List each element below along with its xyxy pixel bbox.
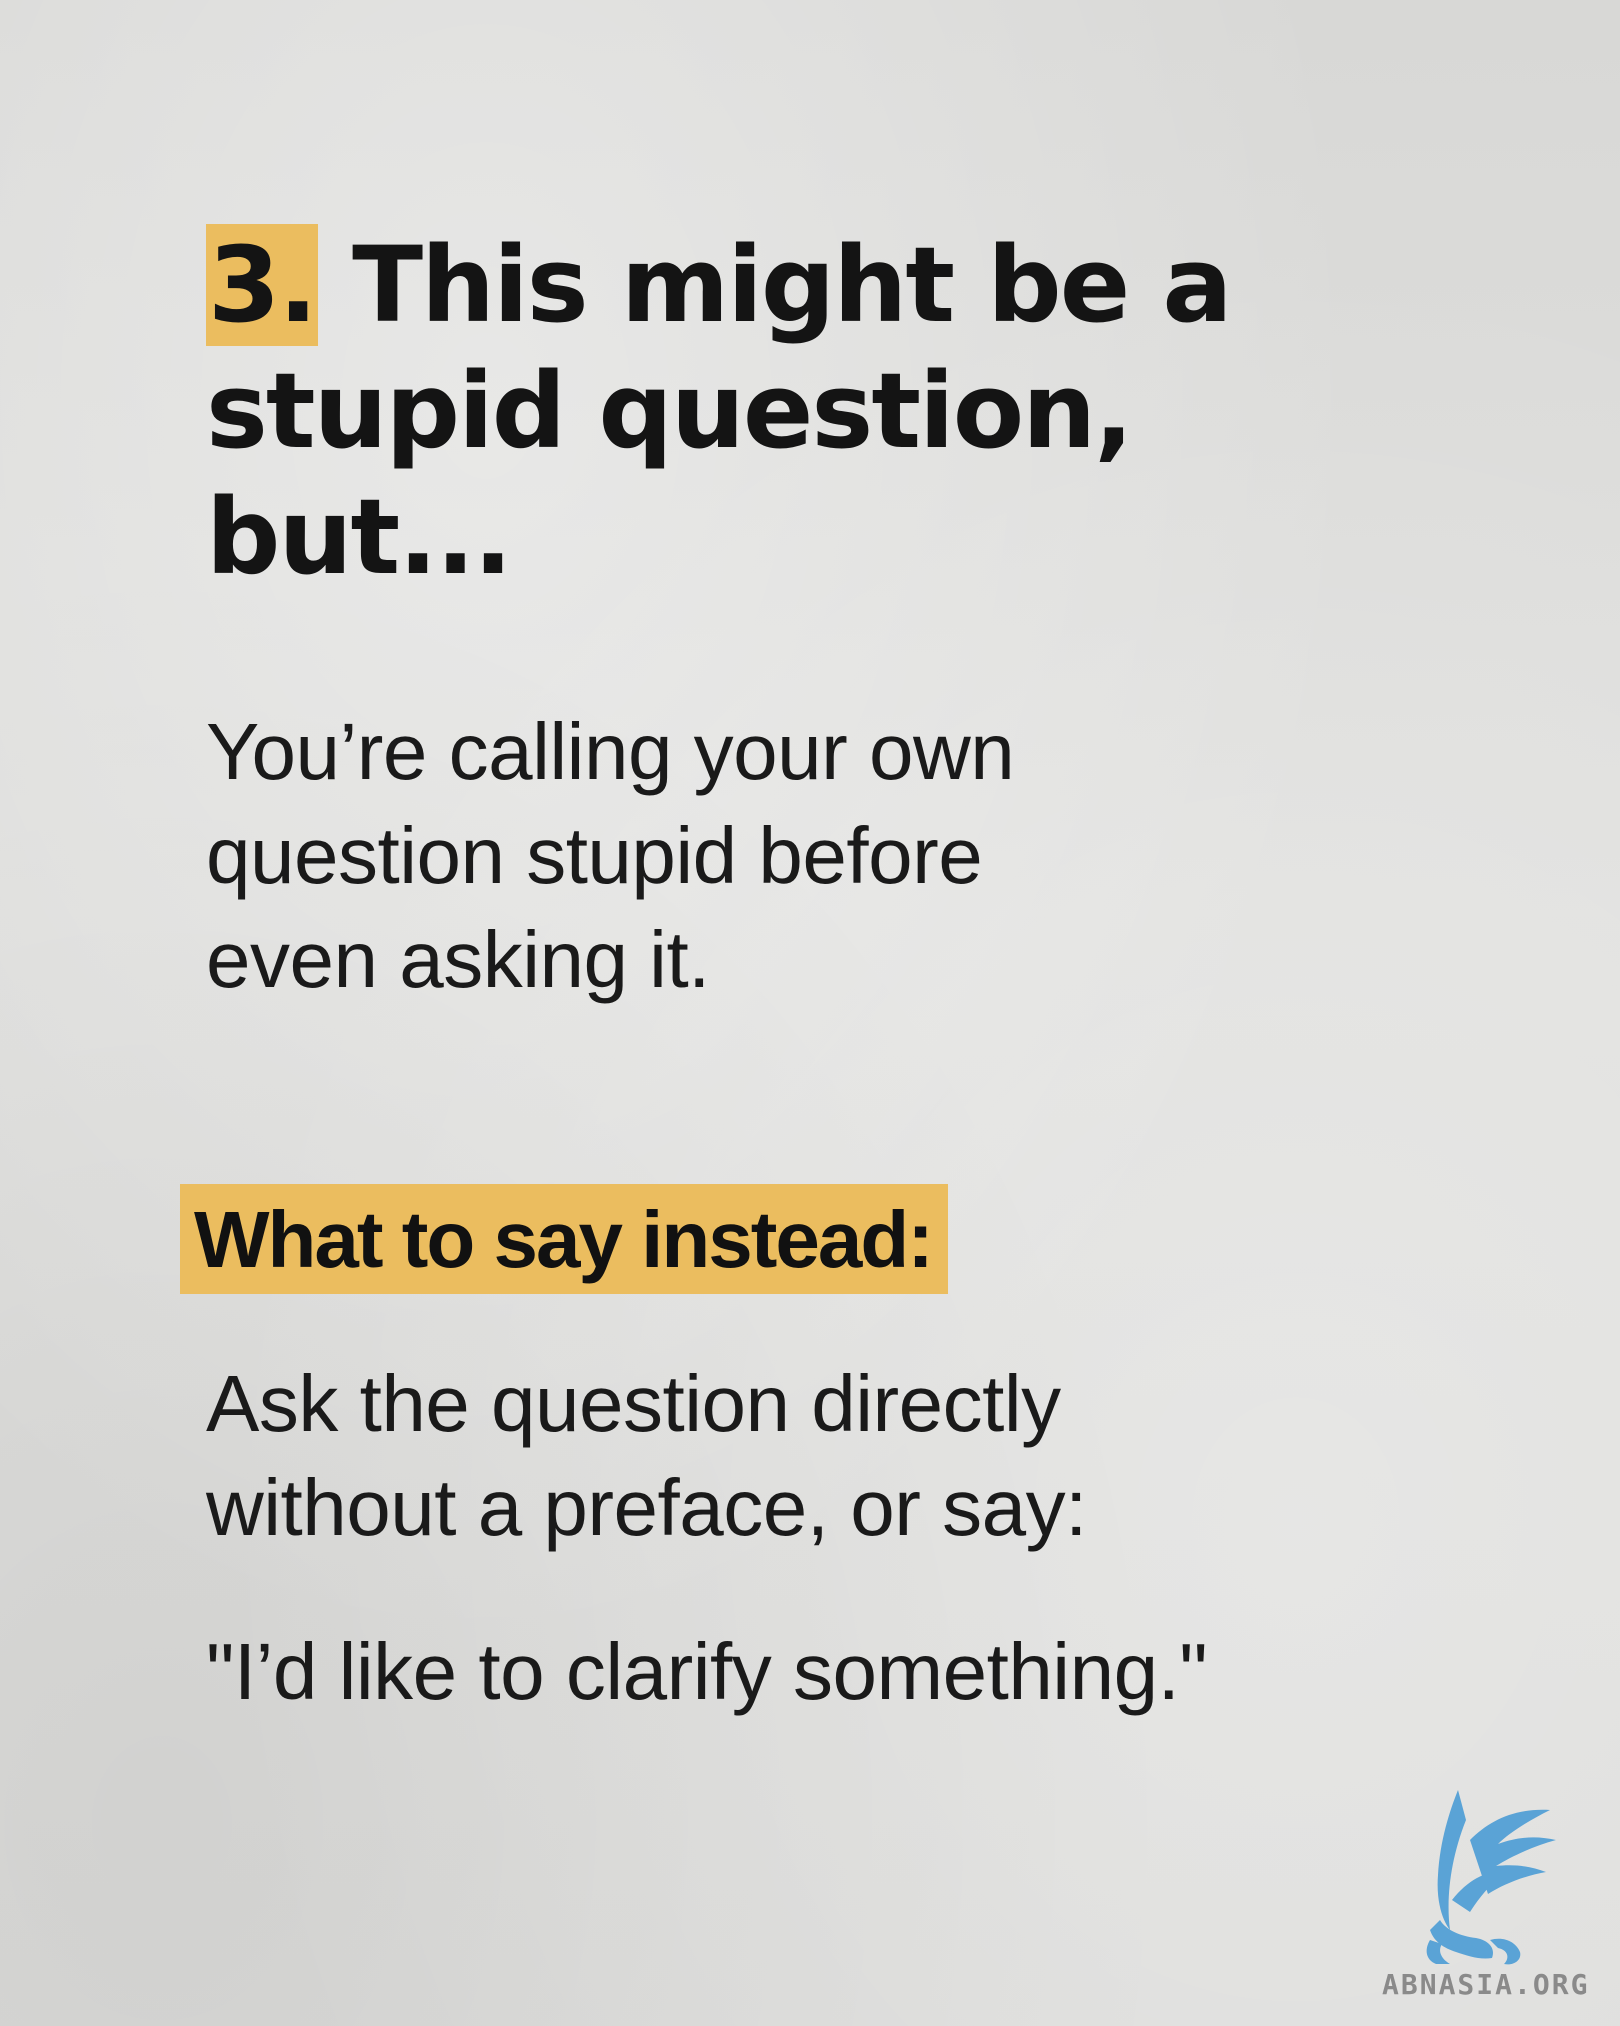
advice-text: Ask the question directly without a pref… [206, 1359, 1087, 1552]
headline: 3. This might be a stupid question, but.… [206, 222, 1406, 600]
headline-text: This might be a stupid question, but... [206, 224, 1233, 598]
page: { "slide": { "number": "3.", "headline_r… [0, 0, 1620, 2026]
subheading-highlight: What to say instead: [180, 1184, 948, 1294]
description-text: You’re calling your own question stupid … [206, 707, 1015, 1004]
example-quote: "I’d like to clarify something." [206, 1627, 1208, 1716]
headline-number: 3. [206, 224, 318, 346]
logo-text: ABNASIA.ORG [1382, 1968, 1590, 2001]
griffin-icon [1426, 1790, 1556, 1965]
